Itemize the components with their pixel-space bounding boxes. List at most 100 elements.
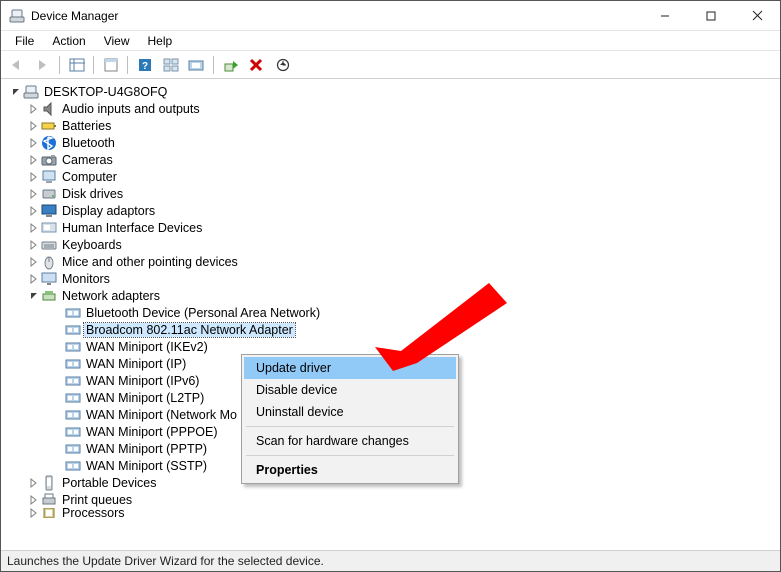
context-properties[interactable]: Properties bbox=[244, 459, 456, 481]
computer-icon bbox=[41, 169, 57, 185]
properties-button[interactable] bbox=[99, 54, 123, 76]
collapse-icon[interactable] bbox=[9, 85, 23, 99]
mouse-icon bbox=[41, 254, 57, 270]
context-update-driver[interactable]: Update driver bbox=[244, 357, 456, 379]
window-close-button[interactable] bbox=[734, 1, 780, 30]
window-minimize-button[interactable] bbox=[642, 1, 688, 30]
hid-icon bbox=[41, 220, 57, 236]
device-manager-icon bbox=[9, 8, 25, 24]
tree-category-label: Monitors bbox=[60, 272, 112, 286]
cpu-icon bbox=[41, 508, 57, 518]
expand-icon[interactable] bbox=[27, 221, 41, 235]
scan-hardware-button[interactable] bbox=[271, 54, 295, 76]
battery-icon bbox=[41, 118, 57, 134]
computer-icon bbox=[23, 84, 39, 100]
tree-category-label: Mice and other pointing devices bbox=[60, 255, 240, 269]
printer-icon bbox=[41, 492, 57, 508]
expand-icon[interactable] bbox=[27, 476, 41, 490]
help-button[interactable]: ? bbox=[133, 54, 157, 76]
expand-icon[interactable] bbox=[27, 508, 41, 518]
network-adapter-icon bbox=[65, 458, 81, 474]
network-adapter-icon bbox=[65, 407, 81, 423]
tree-device-label: WAN Miniport (IPv6) bbox=[84, 374, 201, 388]
tree-category[interactable]: Human Interface Devices bbox=[5, 219, 780, 236]
toolbar-separator bbox=[125, 54, 131, 76]
tree-category[interactable]: Batteries bbox=[5, 117, 780, 134]
expand-icon[interactable] bbox=[27, 136, 41, 150]
portable-icon bbox=[41, 475, 57, 491]
tree-category-label: Audio inputs and outputs bbox=[60, 102, 202, 116]
expand-icon[interactable] bbox=[27, 119, 41, 133]
window-maximize-button[interactable] bbox=[688, 1, 734, 30]
tree-category[interactable]: Processors bbox=[5, 508, 780, 518]
menu-file[interactable]: File bbox=[7, 33, 42, 49]
toolbar: ? bbox=[1, 51, 780, 79]
tree-category[interactable]: Mice and other pointing devices bbox=[5, 253, 780, 270]
tree-device-label: WAN Miniport (SSTP) bbox=[84, 459, 209, 473]
uninstall-device-button[interactable] bbox=[245, 54, 269, 76]
context-menu-divider bbox=[246, 455, 454, 456]
tree-category-label: Print queues bbox=[60, 493, 134, 507]
tree-category-label: Keyboards bbox=[60, 238, 124, 252]
tree-category-label: Disk drives bbox=[60, 187, 125, 201]
context-uninstall-device[interactable]: Uninstall device bbox=[244, 401, 456, 423]
tree-category[interactable]: Cameras bbox=[5, 151, 780, 168]
enable-device-button[interactable] bbox=[219, 54, 243, 76]
tree-category[interactable]: Keyboards bbox=[5, 236, 780, 253]
menu-item-label: Uninstall device bbox=[256, 405, 344, 419]
expand-icon[interactable] bbox=[27, 187, 41, 201]
expand-icon[interactable] bbox=[27, 493, 41, 507]
tree-root[interactable]: DESKTOP-U4G8OFQ bbox=[5, 83, 780, 100]
tree-category[interactable]: Disk drives bbox=[5, 185, 780, 202]
tree-category[interactable]: Print queues bbox=[5, 491, 780, 508]
tree-device-label: WAN Miniport (Network Mo bbox=[84, 408, 239, 422]
show-hide-tree-button[interactable] bbox=[65, 54, 89, 76]
tree-category-label: Portable Devices bbox=[60, 476, 159, 490]
collapse-icon[interactable] bbox=[27, 289, 41, 303]
expand-icon[interactable] bbox=[27, 204, 41, 218]
menu-action[interactable]: Action bbox=[44, 33, 93, 49]
tree-category[interactable]: Network adapters bbox=[5, 287, 780, 304]
expand-icon[interactable] bbox=[27, 238, 41, 252]
menu-item-label: Properties bbox=[256, 463, 318, 477]
menu-help[interactable]: Help bbox=[140, 33, 181, 49]
status-bar: Launches the Update Driver Wizard for th… bbox=[1, 550, 780, 571]
tree-device[interactable]: Broadcom 802.11ac Network Adapter bbox=[5, 321, 780, 338]
tree-category[interactable]: Display adaptors bbox=[5, 202, 780, 219]
tree-category-label: Computer bbox=[60, 170, 119, 184]
expand-icon[interactable] bbox=[27, 102, 41, 116]
network-adapter-icon bbox=[65, 424, 81, 440]
toolbar-separator bbox=[211, 54, 217, 76]
back-button[interactable] bbox=[5, 54, 29, 76]
tree-device-label: WAN Miniport (L2TP) bbox=[84, 391, 206, 405]
tree-device-label: WAN Miniport (PPTP) bbox=[84, 442, 209, 456]
context-disable-device[interactable]: Disable device bbox=[244, 379, 456, 401]
tree-category[interactable]: Monitors bbox=[5, 270, 780, 287]
toolbar-separator bbox=[91, 54, 97, 76]
expand-icon[interactable] bbox=[27, 153, 41, 167]
expand-icon[interactable] bbox=[27, 170, 41, 184]
tree-category-label: Human Interface Devices bbox=[60, 221, 204, 235]
tree-device[interactable]: Bluetooth Device (Personal Area Network) bbox=[5, 304, 780, 321]
expand-icon[interactable] bbox=[27, 255, 41, 269]
update-driver-button[interactable] bbox=[185, 54, 209, 76]
tree-category[interactable]: Bluetooth bbox=[5, 134, 780, 151]
tree-category[interactable]: Computer bbox=[5, 168, 780, 185]
tree-device-label: Bluetooth Device (Personal Area Network) bbox=[84, 306, 322, 320]
tree-category-label: Batteries bbox=[60, 119, 113, 133]
network-adapter-icon bbox=[65, 356, 81, 372]
svg-text:?: ? bbox=[142, 61, 148, 72]
context-scan-hardware[interactable]: Scan for hardware changes bbox=[244, 430, 456, 452]
tree-device[interactable]: WAN Miniport (IKEv2) bbox=[5, 338, 780, 355]
tree-category[interactable]: Audio inputs and outputs bbox=[5, 100, 780, 117]
network-adapter-icon bbox=[65, 305, 81, 321]
forward-button[interactable] bbox=[31, 54, 55, 76]
menu-view[interactable]: View bbox=[96, 33, 138, 49]
tree-category-label: Display adaptors bbox=[60, 204, 157, 218]
network-adapter-icon bbox=[65, 322, 81, 338]
tree-device-label: Broadcom 802.11ac Network Adapter bbox=[84, 323, 295, 337]
expand-icon[interactable] bbox=[27, 272, 41, 286]
title-bar: Device Manager bbox=[1, 1, 780, 31]
devices-by-type-button[interactable] bbox=[159, 54, 183, 76]
network-adapter-icon bbox=[65, 339, 81, 355]
